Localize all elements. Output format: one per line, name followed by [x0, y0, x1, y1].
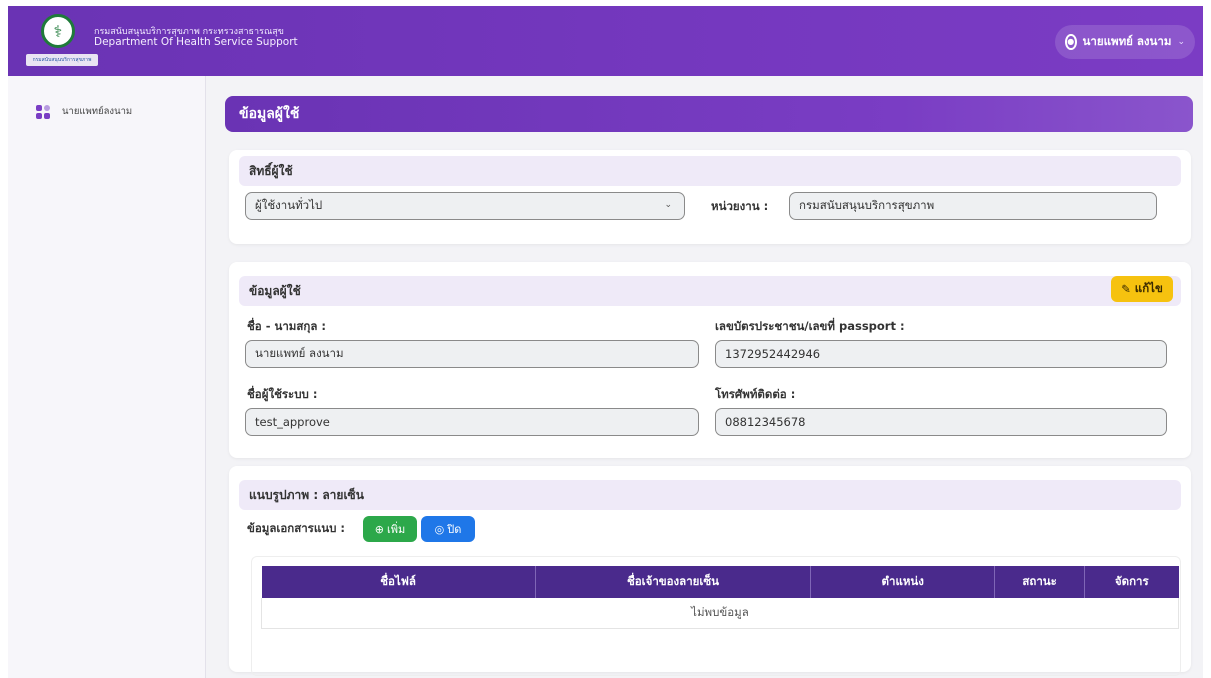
agency-field[interactable]: กรมสนับสนุนบริการสุขภาพ	[789, 192, 1157, 220]
add-button-label: เพิ่ม	[386, 523, 406, 536]
phone-label: โทรศัพท์ติดต่อ :	[715, 387, 796, 401]
eye-slash-icon: ◎	[434, 522, 445, 536]
top-header: ⚕ กรมสนับสนุนบริการสุขภาพ กรมสนับสนุนบริ…	[8, 6, 1203, 76]
agency-label: หน่วยงาน :	[711, 199, 769, 213]
app-window: ⚕ กรมสนับสนุนบริการสุขภาพ กรมสนับสนุนบริ…	[8, 6, 1203, 678]
username-field[interactable]: test_approve	[245, 408, 699, 436]
phone-value: 08812345678	[725, 415, 806, 429]
username-label: ชื่อผู้ใช้ระบบ :	[247, 387, 318, 401]
idcard-field[interactable]: 1372952442946	[715, 340, 1167, 368]
caduceus-icon: ⚕	[41, 14, 75, 48]
edit-button-label: แก้ไข	[1134, 281, 1163, 295]
user-name: นายแพทย์ ลงนาม	[1082, 34, 1172, 48]
signature-section-header: แนบรูปภาพ : ลายเซ็น	[239, 480, 1181, 510]
col-filename: ชื่อไฟล์	[261, 566, 536, 598]
signature-table: ชื่อไฟล์ ชื่อเจ้าของลายเซ็น ตำแหน่ง สถาน…	[261, 566, 1179, 629]
fullname-label: ชื่อ - นามสกุล :	[247, 319, 327, 333]
chevron-down-icon: ⌄	[1177, 37, 1185, 47]
permission-section-header: สิทธิ์ผู้ใช้	[239, 156, 1181, 186]
role-select-value: ผู้ใช้งานทั่วไป	[255, 198, 323, 212]
sidebar: นายแพทย์ลงนาม	[8, 76, 206, 678]
idcard-label: เลขบัตรประชาชน/เลขที่ passport :	[715, 319, 905, 333]
user-info-card: ข้อมูลผู้ใช้ ✎ แก้ไข ชื่อ - นามสกุล : นา…	[229, 262, 1191, 458]
col-status: สถานะ	[994, 566, 1086, 598]
logo-strip: กรมสนับสนุนบริการสุขภาพ	[26, 54, 98, 66]
add-attachment-button[interactable]: ⊕ เพิ่ม	[363, 516, 417, 542]
edit-button[interactable]: ✎ แก้ไข	[1111, 276, 1173, 302]
user-menu-button[interactable]: ● นายแพทย์ ลงนาม ⌄	[1055, 25, 1195, 59]
sidebar-item-label: นายแพทย์ลงนาม	[62, 106, 133, 117]
col-actions: จัดการ	[1084, 566, 1179, 598]
col-owner: ชื่อเจ้าของลายเซ็น	[535, 566, 812, 598]
signature-card: แนบรูปภาพ : ลายเซ็น ข้อมูลเอกสารแนบ : ⊕ …	[229, 466, 1191, 676]
agency-value: กรมสนับสนุนบริการสุขภาพ	[799, 198, 935, 212]
permission-card: สิทธิ์ผู้ใช้ ผู้ใช้งานทั่วไป ⌄ หน่วยงาน …	[229, 150, 1191, 244]
phone-field[interactable]: 08812345678	[715, 408, 1167, 436]
table-row: ไม่พบข้อมูล	[261, 598, 1179, 629]
col-position: ตำแหน่ง	[810, 566, 996, 598]
pencil-icon: ✎	[1121, 282, 1131, 296]
page-title: ข้อมูลผู้ใช้	[225, 96, 1193, 132]
fullname-field[interactable]: นายแพทย์ ลงนาม	[245, 340, 699, 368]
plus-circle-icon: ⊕	[374, 522, 384, 536]
close-button-label: ปิด	[447, 523, 462, 536]
empty-message: ไม่พบข้อมูล	[261, 598, 1179, 629]
close-attachment-button[interactable]: ◎ ปิด	[421, 516, 475, 542]
role-select[interactable]: ผู้ใช้งานทั่วไป ⌄	[245, 192, 685, 220]
user-circle-icon: ●	[1065, 34, 1077, 50]
user-info-section-header: ข้อมูลผู้ใช้ ✎ แก้ไข	[239, 276, 1181, 306]
username-value: test_approve	[255, 415, 330, 429]
chevron-down-icon: ⌄	[664, 200, 672, 210]
main-content: ข้อมูลผู้ใช้ สิทธิ์ผู้ใช้ ผู้ใช้งานทั่วไ…	[213, 76, 1203, 678]
apps-grid-icon	[36, 104, 50, 119]
table-header-row: ชื่อไฟล์ ชื่อเจ้าของลายเซ็น ตำแหน่ง สถาน…	[261, 566, 1179, 598]
user-info-title: ข้อมูลผู้ใช้	[249, 283, 301, 298]
fullname-value: นายแพทย์ ลงนาม	[255, 346, 344, 360]
sidebar-item-user[interactable]: นายแพทย์ลงนาม	[36, 104, 132, 119]
idcard-value: 1372952442946	[725, 347, 821, 361]
attach-label: ข้อมูลเอกสารแนบ :	[247, 521, 346, 535]
ministry-logo[interactable]: ⚕ กรมสนับสนุนบริการสุขภาพ	[22, 14, 100, 70]
org-name-english: Department Of Health Service Support	[94, 36, 298, 48]
